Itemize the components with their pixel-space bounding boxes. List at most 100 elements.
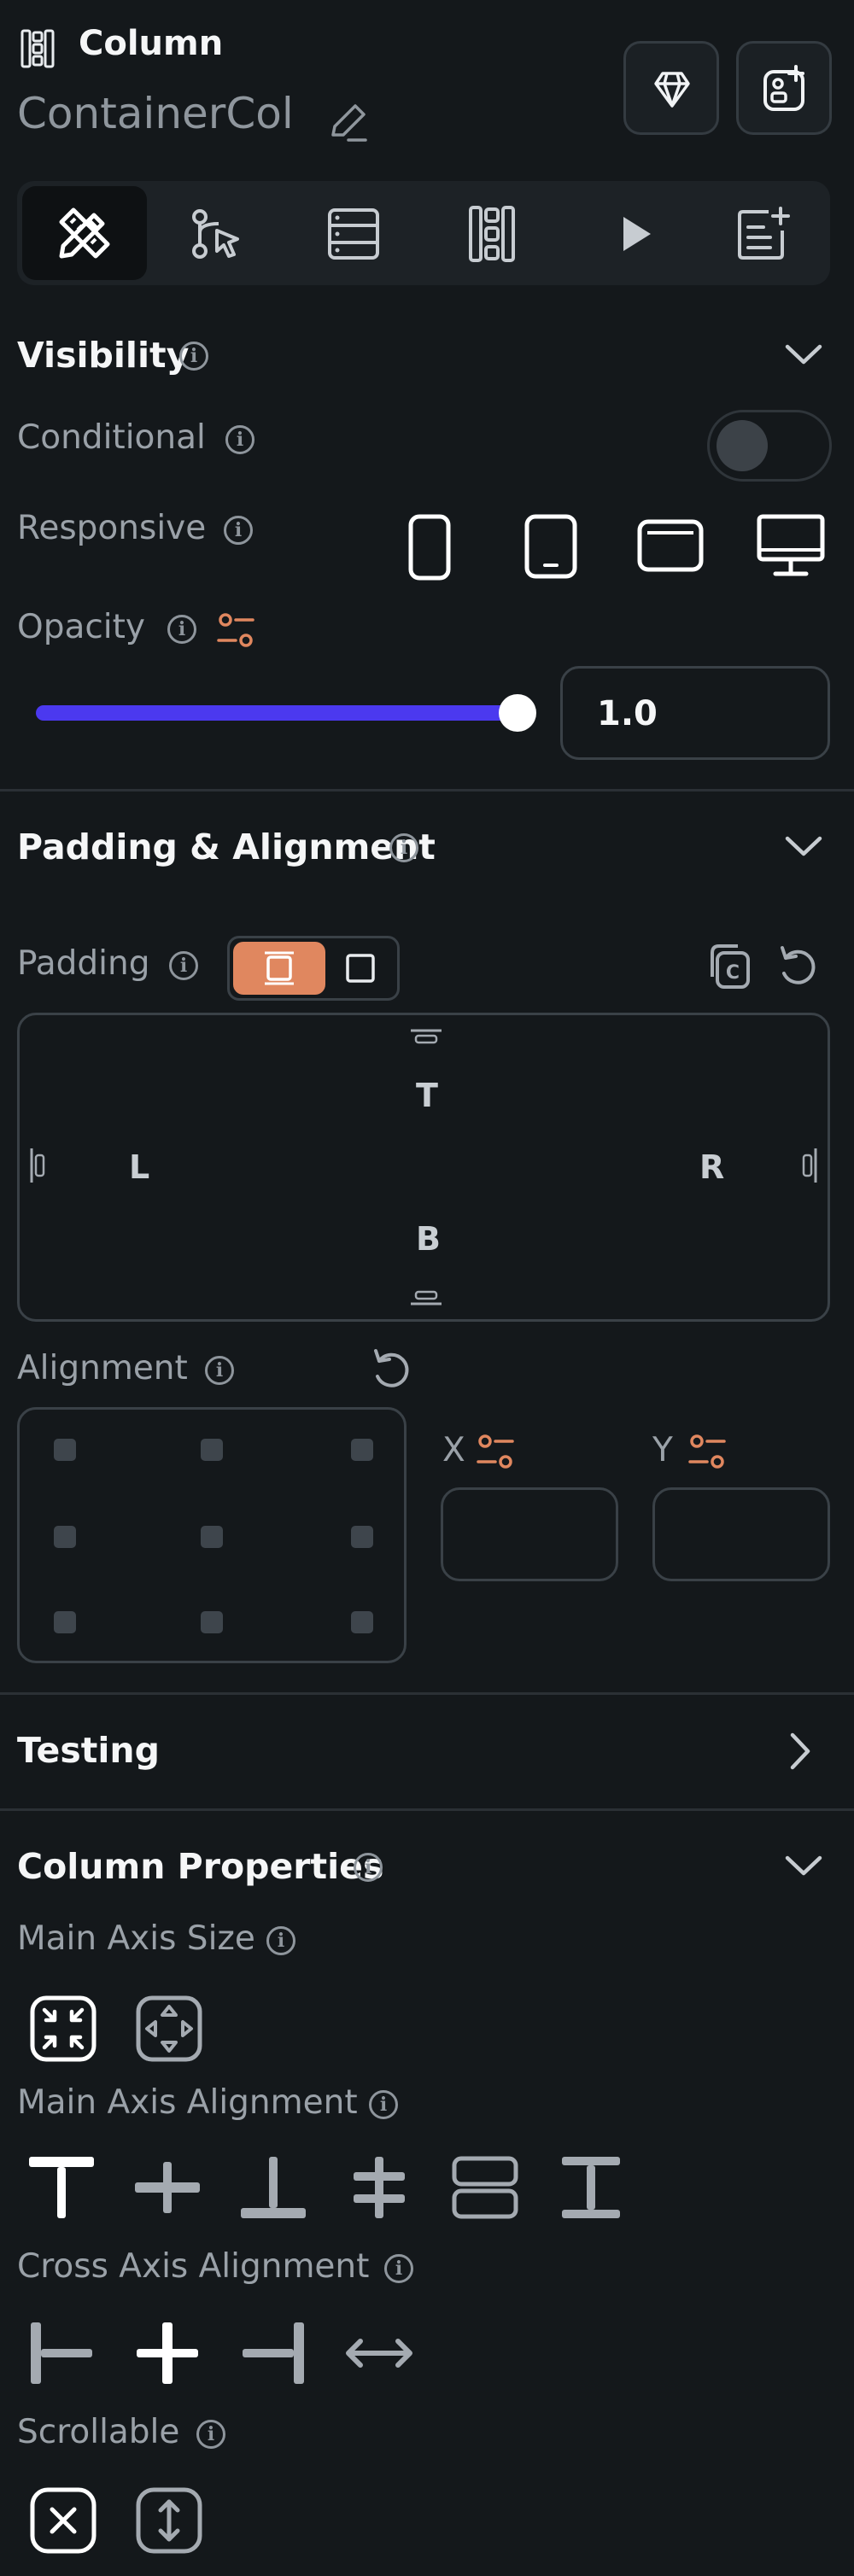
properties-icon bbox=[59, 207, 110, 259]
variable-options-icon[interactable] bbox=[475, 1433, 518, 1472]
slider-track bbox=[36, 705, 524, 721]
padding-top-label[interactable]: T bbox=[416, 1077, 438, 1114]
main-align-center-icon[interactable] bbox=[133, 2153, 202, 2222]
scrollable-label: Scrollable bbox=[17, 2413, 180, 2451]
align-center-right[interactable] bbox=[351, 1526, 373, 1548]
tablet-icon[interactable] bbox=[523, 512, 579, 581]
padding-alignment-title[interactable]: Padding & Alignment bbox=[17, 827, 436, 867]
info-icon[interactable]: i bbox=[205, 1356, 234, 1385]
alignment-grid bbox=[17, 1407, 407, 1663]
axis-size-min-icon[interactable] bbox=[29, 1995, 97, 2063]
run-icon[interactable] bbox=[615, 213, 656, 254]
section-divider bbox=[0, 1808, 854, 1811]
padding-right-label[interactable]: R bbox=[699, 1148, 724, 1186]
info-icon[interactable]: i bbox=[389, 833, 418, 862]
testing-title[interactable]: Testing bbox=[17, 1730, 160, 1771]
main-align-start-icon[interactable] bbox=[27, 2153, 96, 2222]
cross-align-center-icon[interactable] bbox=[133, 2319, 202, 2387]
main-axis-size-label: Main Axis Size bbox=[17, 1919, 255, 1958]
section-divider bbox=[0, 1692, 854, 1695]
cross-align-stretch-icon[interactable] bbox=[342, 2319, 417, 2387]
alignment-y-input[interactable] bbox=[652, 1487, 830, 1581]
info-icon[interactable]: i bbox=[266, 1926, 295, 1955]
chevron-right-icon[interactable] bbox=[786, 1730, 816, 1773]
phone-icon[interactable] bbox=[407, 512, 453, 582]
align-bottom-right[interactable] bbox=[351, 1611, 373, 1633]
conditional-toggle[interactable] bbox=[707, 410, 832, 482]
main-align-space-between-icon[interactable] bbox=[345, 2153, 413, 2222]
main-align-end-icon[interactable] bbox=[239, 2153, 307, 2222]
align-center[interactable] bbox=[201, 1526, 223, 1548]
align-bottom-center[interactable] bbox=[201, 1611, 223, 1633]
align-bottom-left[interactable] bbox=[54, 1611, 76, 1633]
opacity-label: Opacity bbox=[17, 608, 146, 646]
info-icon[interactable]: i bbox=[354, 1853, 383, 1882]
opacity-input[interactable]: 1.0 bbox=[560, 666, 830, 760]
axis-size-max-icon[interactable] bbox=[135, 1995, 203, 2063]
premium-button[interactable] bbox=[623, 41, 719, 135]
widget-name[interactable]: ContainerCol bbox=[17, 89, 294, 138]
widget-tree-icon[interactable] bbox=[468, 205, 516, 263]
tablet-landscape-icon[interactable] bbox=[635, 517, 705, 574]
padding-label: Padding bbox=[17, 944, 150, 983]
align-center-left[interactable] bbox=[54, 1526, 76, 1548]
desktop-icon[interactable] bbox=[755, 512, 827, 581]
padding-top-handle[interactable] bbox=[407, 1027, 445, 1046]
vertical-scroll-icon[interactable] bbox=[135, 2486, 203, 2555]
info-icon[interactable]: i bbox=[224, 516, 253, 545]
tab-properties[interactable] bbox=[22, 186, 147, 280]
variable-options-icon[interactable] bbox=[215, 611, 258, 651]
cross-align-start-icon[interactable] bbox=[27, 2319, 96, 2387]
variable-options-icon[interactable] bbox=[687, 1433, 729, 1472]
padding-left-label[interactable]: L bbox=[129, 1148, 149, 1186]
alignment-y-label: Y bbox=[652, 1431, 673, 1469]
visibility-title[interactable]: Visibility bbox=[17, 335, 189, 376]
not-scrollable-icon[interactable] bbox=[29, 2486, 97, 2555]
alignment-x-input[interactable] bbox=[441, 1487, 618, 1581]
chevron-down-icon[interactable] bbox=[782, 832, 825, 861]
generate-icon[interactable] bbox=[734, 205, 793, 263]
add-component-icon bbox=[763, 65, 804, 111]
main-align-space-evenly-icon[interactable] bbox=[557, 2153, 625, 2222]
panel-tab-bar bbox=[17, 181, 830, 285]
copy-icon[interactable]: C bbox=[705, 943, 753, 990]
main-align-space-around-icon[interactable] bbox=[451, 2153, 519, 2222]
add-widget-button[interactable] bbox=[736, 41, 832, 135]
info-icon[interactable]: i bbox=[179, 342, 208, 371]
padding-individual-button[interactable] bbox=[325, 942, 397, 995]
chevron-down-icon[interactable] bbox=[782, 340, 825, 369]
info-icon[interactable]: i bbox=[167, 615, 196, 644]
column-properties-title[interactable]: Column Properties bbox=[17, 1846, 383, 1887]
section-divider bbox=[0, 789, 854, 791]
slider-thumb[interactable] bbox=[499, 694, 536, 732]
alignment-x-label: X bbox=[442, 1431, 465, 1469]
info-icon[interactable]: i bbox=[225, 425, 254, 454]
padding-left-handle[interactable] bbox=[28, 1145, 49, 1186]
align-top-center[interactable] bbox=[201, 1439, 223, 1461]
cross-align-end-icon[interactable] bbox=[239, 2319, 307, 2387]
toggle-knob bbox=[717, 420, 768, 471]
info-icon[interactable]: i bbox=[196, 2420, 225, 2449]
padding-bottom-handle[interactable] bbox=[407, 1288, 445, 1307]
padding-all-icon bbox=[265, 951, 294, 985]
align-top-right[interactable] bbox=[351, 1439, 373, 1461]
padding-mode-toggle bbox=[227, 936, 400, 1001]
align-top-left[interactable] bbox=[54, 1439, 76, 1461]
edit-name-icon[interactable] bbox=[325, 99, 371, 145]
widget-type-label: Column bbox=[79, 24, 224, 63]
backend-query-icon[interactable] bbox=[326, 207, 381, 261]
reset-icon[interactable] bbox=[774, 943, 822, 990]
padding-uniform-button[interactable] bbox=[233, 942, 325, 995]
reset-icon[interactable] bbox=[367, 1346, 415, 1393]
info-icon[interactable]: i bbox=[384, 2254, 413, 2283]
padding-bottom-label[interactable]: B bbox=[416, 1220, 441, 1258]
info-icon[interactable]: i bbox=[369, 2090, 398, 2119]
chevron-down-icon[interactable] bbox=[782, 1851, 825, 1880]
opacity-value: 1.0 bbox=[597, 694, 658, 733]
info-icon[interactable]: i bbox=[169, 951, 198, 980]
cross-axis-alignment-label: Cross Axis Alignment bbox=[17, 2247, 370, 2286]
padding-editor: T L R B bbox=[17, 1013, 830, 1322]
actions-icon[interactable] bbox=[190, 207, 244, 261]
padding-right-handle[interactable] bbox=[798, 1145, 819, 1186]
opacity-slider[interactable] bbox=[36, 694, 536, 732]
